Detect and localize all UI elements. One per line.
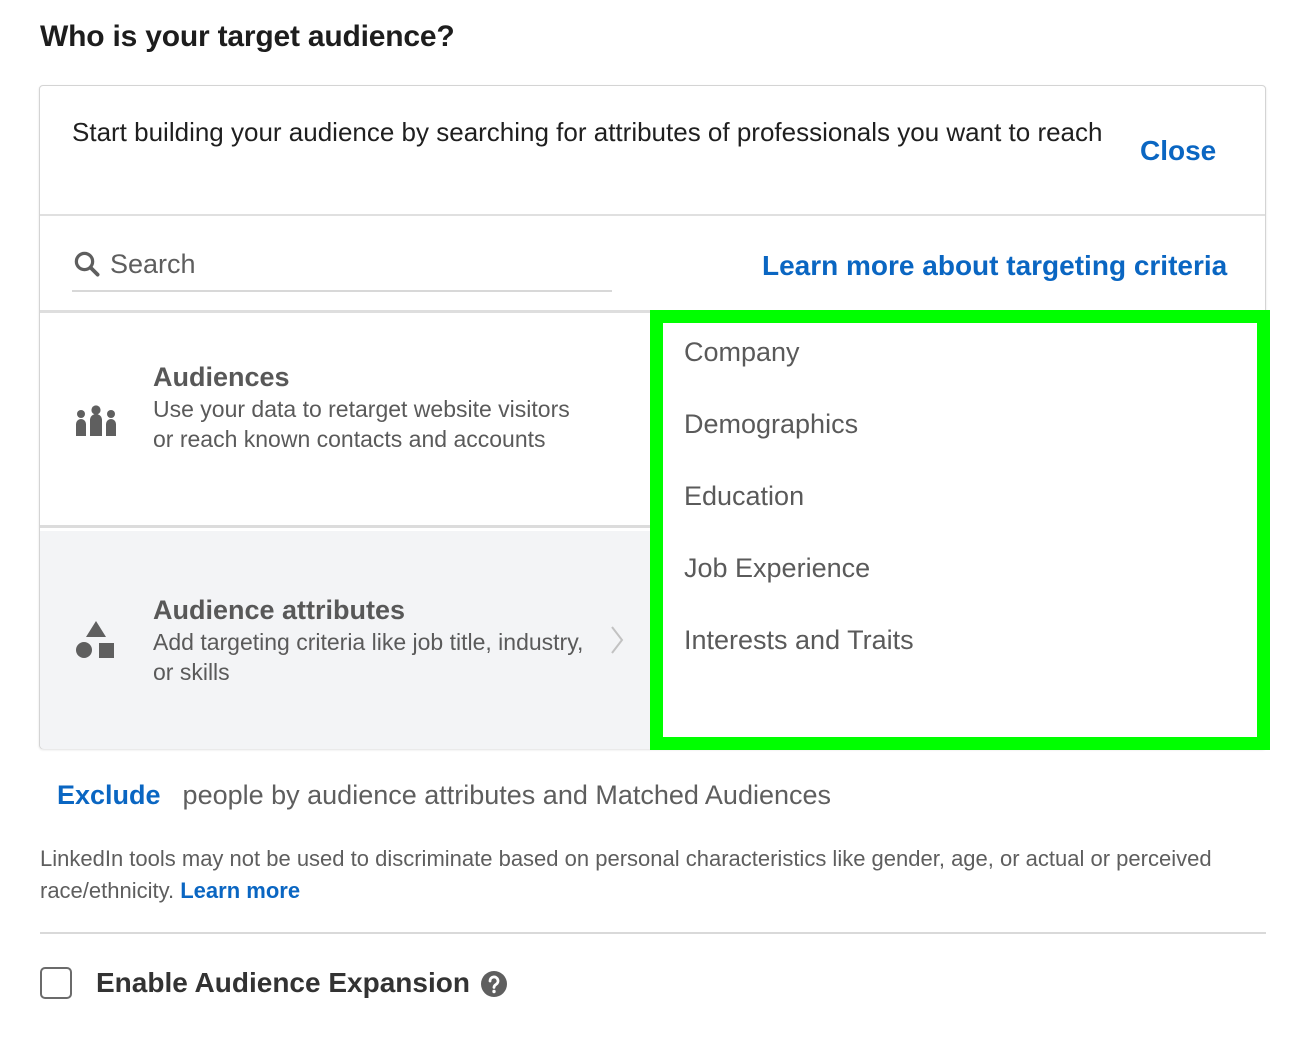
exclude-row: Exclude people by audience attributes and… [57,780,831,811]
category-company[interactable]: Company [684,337,800,368]
option-description: Use your data to retarget website visito… [153,396,570,452]
option-audience-attributes[interactable]: Audience attributes Add targeting criter… [40,531,650,749]
exclude-link[interactable]: Exclude [57,780,161,810]
divider [40,932,1266,934]
category-interests-and-traits[interactable]: Interests and Traits [684,625,914,656]
search-icon [74,251,100,277]
audience-expansion-row: Enable Audience Expansion [40,967,508,999]
exclude-description: people by audience attributes and Matche… [182,780,832,810]
attribute-category-list: Company Demographics Education Job Exper… [650,310,1270,750]
learn-more-link[interactable]: Learn more [180,878,300,903]
category-demographics[interactable]: Demographics [684,409,858,440]
disclaimer: LinkedIn tools may not be used to discri… [40,843,1270,907]
panel-header: Start building your audience by searchin… [40,86,1265,216]
option-title: Audience attributes [153,595,406,625]
help-icon[interactable] [480,970,508,998]
close-button[interactable]: Close [1140,135,1216,167]
option-list: Audiences Use your data to retarget webs… [40,316,650,749]
option-description: Add targeting criteria like job title, i… [153,629,584,685]
shapes-icon [76,621,114,658]
search-row: Learn more about targeting criteria [40,218,1265,313]
panel-intro-text: Start building your audience by searchin… [72,117,1103,147]
search-input[interactable] [110,248,590,280]
audience-expansion-label[interactable]: Enable Audience Expansion [96,967,470,999]
page-title: Who is your target audience? [40,20,455,53]
option-title: Audiences [153,362,290,392]
search-field[interactable] [72,238,612,292]
option-audiences[interactable]: Audiences Use your data to retarget webs… [40,316,650,528]
category-job-experience[interactable]: Job Experience [684,553,870,584]
audiences-people-icon [76,405,116,436]
option-audiences-text: Audiences Use your data to retarget webs… [153,360,593,454]
chevron-right-icon [611,626,624,654]
category-education[interactable]: Education [684,481,804,512]
audience-expansion-checkbox[interactable] [40,967,72,999]
learn-more-targeting-link[interactable]: Learn more about targeting criteria [762,250,1227,282]
option-attributes-text: Audience attributes Add targeting criter… [153,593,593,687]
